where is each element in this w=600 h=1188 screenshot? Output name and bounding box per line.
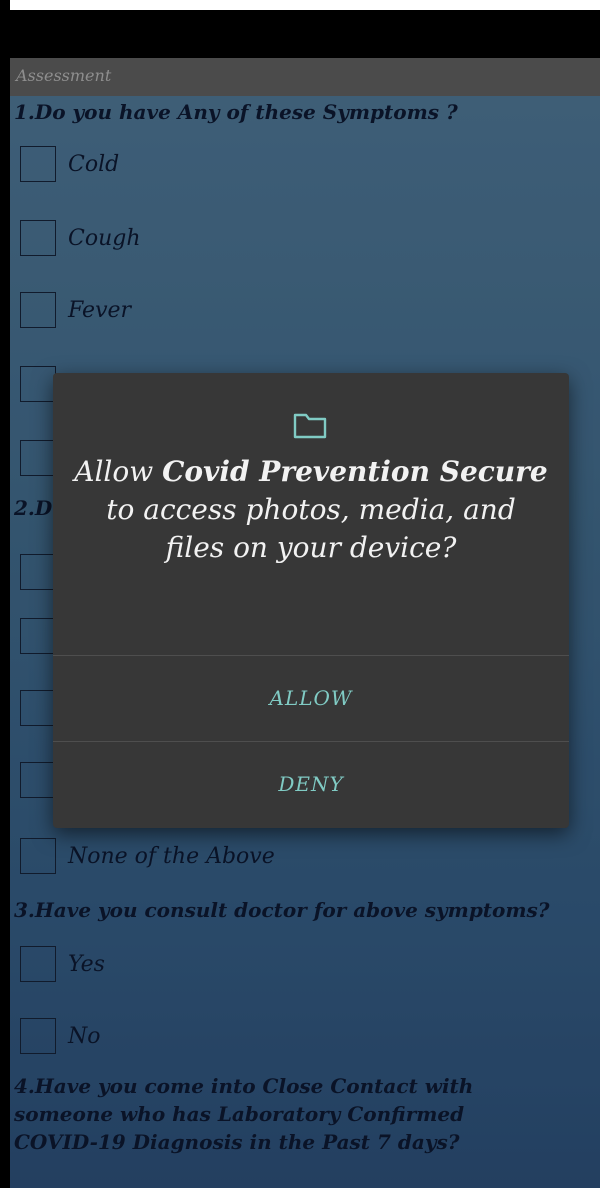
- folder-icon: [293, 413, 327, 439]
- permission-message: Allow Covid Prevention Secure to access …: [74, 455, 548, 564]
- permission-dialog: Allow Covid Prevention Secure to access …: [53, 373, 569, 828]
- deny-button[interactable]: DENY: [53, 742, 569, 826]
- status-bar: [10, 10, 600, 58]
- app-bar: Assessment: [10, 58, 600, 96]
- app-name: Covid Prevention Secure: [162, 455, 548, 488]
- app-bar-title: Assessment: [16, 66, 112, 85]
- allow-button[interactable]: ALLOW: [53, 656, 569, 740]
